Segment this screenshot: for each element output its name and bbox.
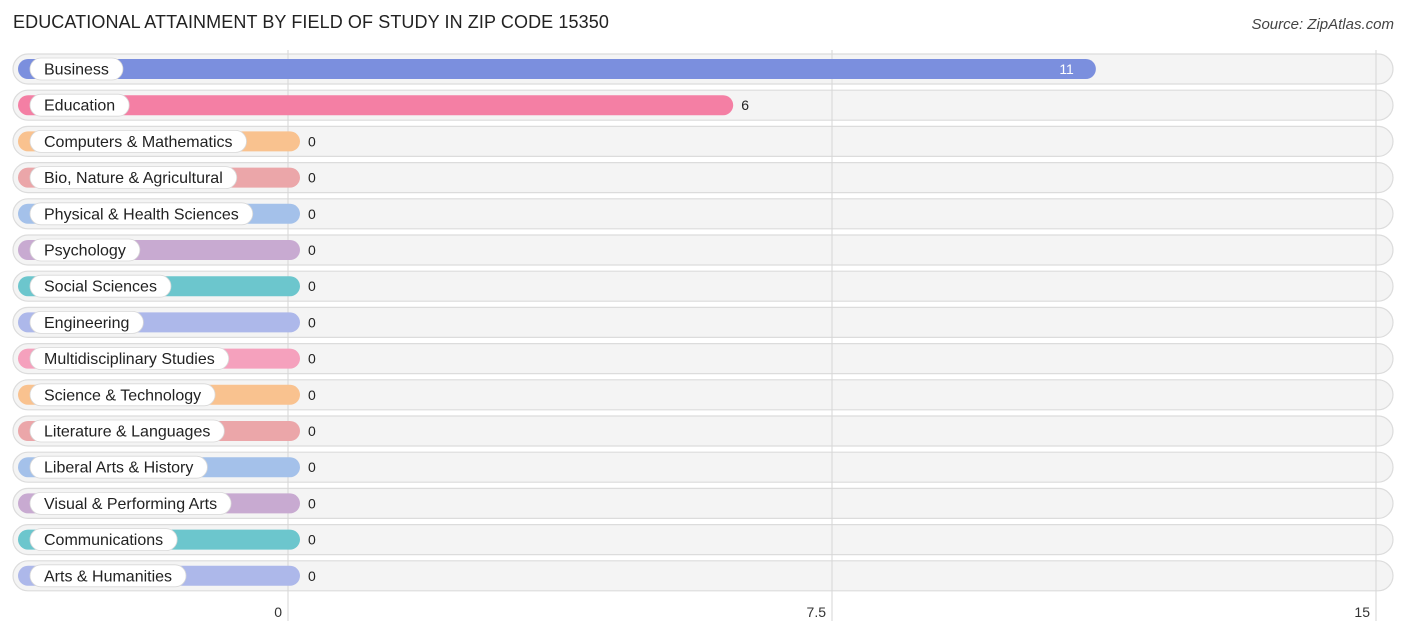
category-label: Arts & Humanities xyxy=(44,568,172,585)
bar-group[interactable]: Education 6 xyxy=(18,93,749,117)
value-label: 0 xyxy=(308,387,316,403)
bar-group[interactable]: Literature & Languages 0 xyxy=(18,419,316,443)
category-label: Literature & Languages xyxy=(44,424,210,441)
bar-group[interactable]: Engineering 0 xyxy=(18,310,316,334)
bar-chart: Business 11 Education 6 Computers & Mathemat… xyxy=(12,50,1394,621)
value-label: 6 xyxy=(741,97,749,113)
bar-group[interactable]: Business 11 xyxy=(18,57,1096,81)
category-label: Psychology xyxy=(44,243,126,260)
x-tick-label: 15 xyxy=(1354,604,1370,620)
category-label: Liberal Arts & History xyxy=(44,460,193,477)
x-tick-label: 0 xyxy=(274,604,282,620)
value-label: 0 xyxy=(308,278,316,294)
x-tick-label: 7.5 xyxy=(807,604,827,620)
category-label: Business xyxy=(44,62,109,79)
value-label: 0 xyxy=(308,242,316,258)
category-label: Social Sciences xyxy=(44,279,157,296)
category-label: Engineering xyxy=(44,315,129,332)
bar-group[interactable]: Bio, Nature & Agricultural 0 xyxy=(18,166,316,190)
value-label: 0 xyxy=(308,459,316,475)
value-label: 0 xyxy=(308,170,316,186)
bar-group[interactable]: Social Sciences 0 xyxy=(18,274,316,298)
bar-group[interactable]: Visual & Performing Arts 0 xyxy=(18,491,316,515)
value-label: 0 xyxy=(308,495,316,511)
x-axis-ticks: 0 7.5 15 xyxy=(274,604,1370,620)
category-label: Communications xyxy=(44,532,163,549)
category-label: Physical & Health Sciences xyxy=(44,206,239,223)
category-label: Science & Technology xyxy=(44,387,201,404)
category-label: Computers & Mathematics xyxy=(44,134,233,151)
bar-group[interactable]: Liberal Arts & History 0 xyxy=(18,455,316,479)
value-label: 0 xyxy=(308,314,316,330)
value-label: 11 xyxy=(1059,61,1074,77)
value-label: 0 xyxy=(308,351,316,367)
bar-group[interactable]: Arts & Humanities 0 xyxy=(18,564,316,588)
value-label: 0 xyxy=(308,133,316,149)
category-label: Education xyxy=(44,98,115,115)
category-label: Bio, Nature & Agricultural xyxy=(44,170,223,187)
bar-group[interactable]: Communications 0 xyxy=(18,528,316,551)
bar-group[interactable]: Multidisciplinary Studies 0 xyxy=(18,347,316,371)
category-label: Visual & Performing Arts xyxy=(44,496,217,513)
bar-group[interactable]: Psychology 0 xyxy=(18,238,316,262)
value-label: 0 xyxy=(308,532,316,548)
category-label: Multidisciplinary Studies xyxy=(44,351,215,368)
value-label: 0 xyxy=(308,206,316,222)
bar-group[interactable]: Science & Technology 0 xyxy=(18,383,316,407)
bar-group[interactable]: Physical & Health Sciences 0 xyxy=(18,202,316,226)
bar-group[interactable]: Computers & Mathematics 0 xyxy=(18,129,316,153)
value-label: 0 xyxy=(308,423,316,439)
value-label: 0 xyxy=(308,568,316,584)
bar[interactable] xyxy=(18,59,1096,79)
